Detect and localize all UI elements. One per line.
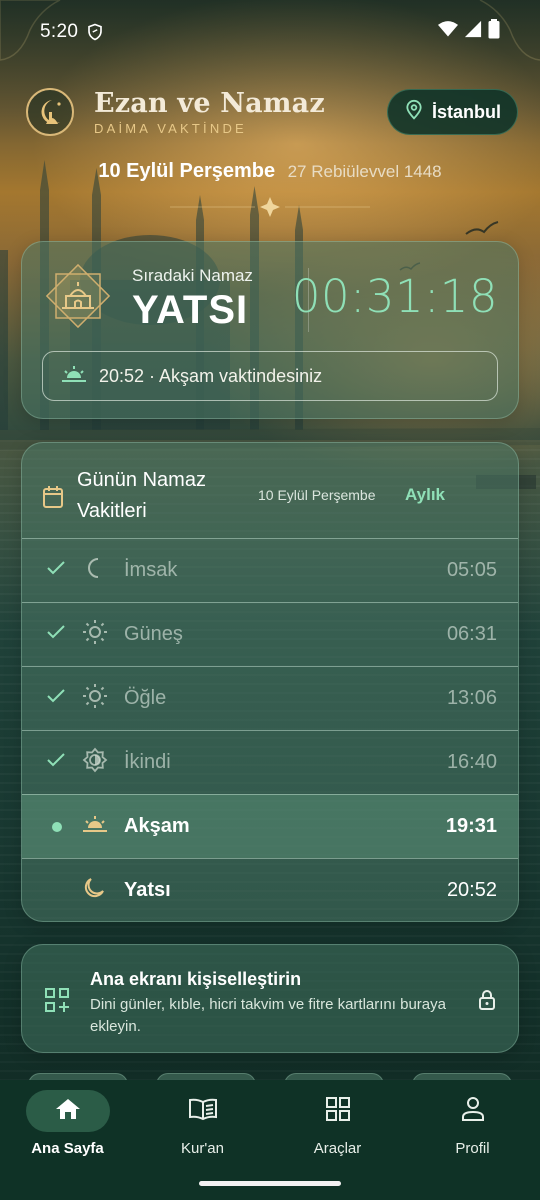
prayer-time: 13:06	[446, 687, 497, 709]
mosque-crescent-icon	[41, 100, 61, 124]
hijri-date: 27 Rebiülevvel 1448	[287, 162, 442, 181]
app-header: Ezan ve Namaz DAİMA VAKTİNDE İstanbul	[26, 84, 518, 140]
prayer-time: 20:52	[446, 879, 497, 901]
add-widget-icon	[44, 987, 70, 1018]
nav-tools[interactable]: Araçlar	[270, 1090, 405, 1160]
prayer-name: Yatsı	[124, 879, 171, 901]
prayer-name: Akşam	[124, 815, 190, 837]
customize-home-card[interactable]: Ana ekranı kişiselleştirin Dini günler, …	[21, 944, 519, 1053]
app-logo	[26, 88, 74, 136]
nav-label: Profil	[455, 1140, 490, 1157]
nav-home[interactable]: Ana Sayfa	[0, 1090, 135, 1160]
shield-icon	[86, 23, 104, 41]
signal-icon	[464, 20, 482, 44]
app-name: Ezan ve Namaz	[94, 88, 325, 119]
customize-description: Dini günler, kıble, hicri takvim ve fitr…	[90, 996, 446, 1035]
next-prayer-name: YATSI	[132, 288, 249, 332]
person-icon	[461, 1096, 485, 1127]
mosque-badge-icon	[45, 263, 111, 329]
prayer-name: Güneş	[124, 623, 183, 645]
daily-times-title: Günün Namaz Vakitleri	[77, 469, 206, 522]
book-icon	[188, 1097, 218, 1126]
nav-profile[interactable]: Profil	[405, 1090, 540, 1160]
prayer-name: İmsak	[124, 559, 178, 581]
grid-icon	[325, 1096, 351, 1127]
gregorian-date: 10 Eylül Perşembe	[98, 160, 276, 182]
home-icon	[55, 1097, 81, 1126]
brand-block: Ezan ve Namaz DAİMA VAKTİNDE	[94, 88, 325, 136]
calendar-icon	[42, 485, 64, 514]
location-city: İstanbul	[431, 101, 501, 122]
date-line: 10 Eylül Perşembe 27 Rebiülevvel 1448	[0, 160, 540, 183]
monthly-link[interactable]: Aylık	[405, 485, 445, 505]
location-button[interactable]: İstanbul	[386, 89, 518, 135]
daily-times-header: Günün Namaz Vakitleri 10 Eylül Perşembe …	[22, 443, 518, 538]
status-time: 5:20	[40, 21, 79, 42]
prayer-time: 06:31	[446, 623, 497, 645]
next-prayer-label: Sıradaki Namaz	[132, 266, 253, 285]
check-icon	[46, 752, 66, 773]
sunset-icon	[82, 813, 108, 840]
check-icon	[46, 560, 66, 581]
status-bar: 5:20	[0, 0, 540, 64]
check-icon	[46, 624, 66, 645]
prayer-row-imsak[interactable]: İmsak 05:05	[22, 538, 518, 602]
wifi-icon	[438, 20, 458, 44]
prayer-row-ogle[interactable]: Öğle 13:06	[22, 666, 518, 730]
sun-icon	[82, 683, 108, 714]
countdown-timer: 00:31:18	[291, 270, 498, 323]
lock-icon	[478, 989, 496, 1016]
next-prayer-card[interactable]: Sıradaki Namaz YATSI 00:31:18 20:52 · Ak…	[21, 241, 519, 419]
prayer-row-gunes[interactable]: Güneş 06:31	[22, 602, 518, 666]
prayer-row-yatsi[interactable]: Yatsı 20:52	[22, 858, 518, 921]
battery-icon	[488, 19, 500, 45]
prayer-row-aksam[interactable]: Akşam 19:31	[22, 794, 518, 858]
current-time-status: 20:52 · Akşam vaktindesiniz	[42, 351, 498, 401]
nav-quran[interactable]: Kur'an	[135, 1090, 270, 1160]
current-indicator-dot	[52, 821, 62, 832]
current-status-text: 20:52 · Akşam vaktindesiniz	[99, 365, 323, 386]
location-pin-icon	[404, 99, 424, 126]
prayer-name: İkindi	[124, 751, 171, 773]
gesture-home-bar[interactable]	[199, 1181, 341, 1186]
prayer-name: Öğle	[124, 687, 167, 709]
daily-times-date: 10 Eylül Perşembe	[258, 487, 376, 503]
sunset-icon	[61, 364, 87, 389]
half-sun-icon	[82, 747, 108, 778]
check-icon	[46, 688, 66, 709]
crescent-moon-icon	[82, 556, 106, 585]
ornament-divider	[170, 197, 370, 217]
daily-times-card: Günün Namaz Vakitleri 10 Eylül Perşembe …	[21, 442, 519, 922]
nav-label: Kur'an	[181, 1140, 224, 1157]
prayer-time: 19:31	[445, 815, 497, 837]
app-tagline: DAİMA VAKTİNDE	[94, 121, 247, 136]
moon-icon	[82, 876, 106, 905]
prayer-time: 16:40	[446, 751, 497, 773]
nav-label: Ana Sayfa	[31, 1140, 104, 1157]
prayer-time: 05:05	[446, 559, 497, 581]
bottom-navigation: Ana Sayfa Kur'an Araçlar Profil	[0, 1080, 540, 1200]
prayer-row-ikindi[interactable]: İkindi 16:40	[22, 730, 518, 794]
nav-label: Araçlar	[313, 1140, 362, 1157]
sun-icon	[82, 619, 108, 650]
customize-title: Ana ekranı kişiselleştirin	[90, 969, 302, 989]
